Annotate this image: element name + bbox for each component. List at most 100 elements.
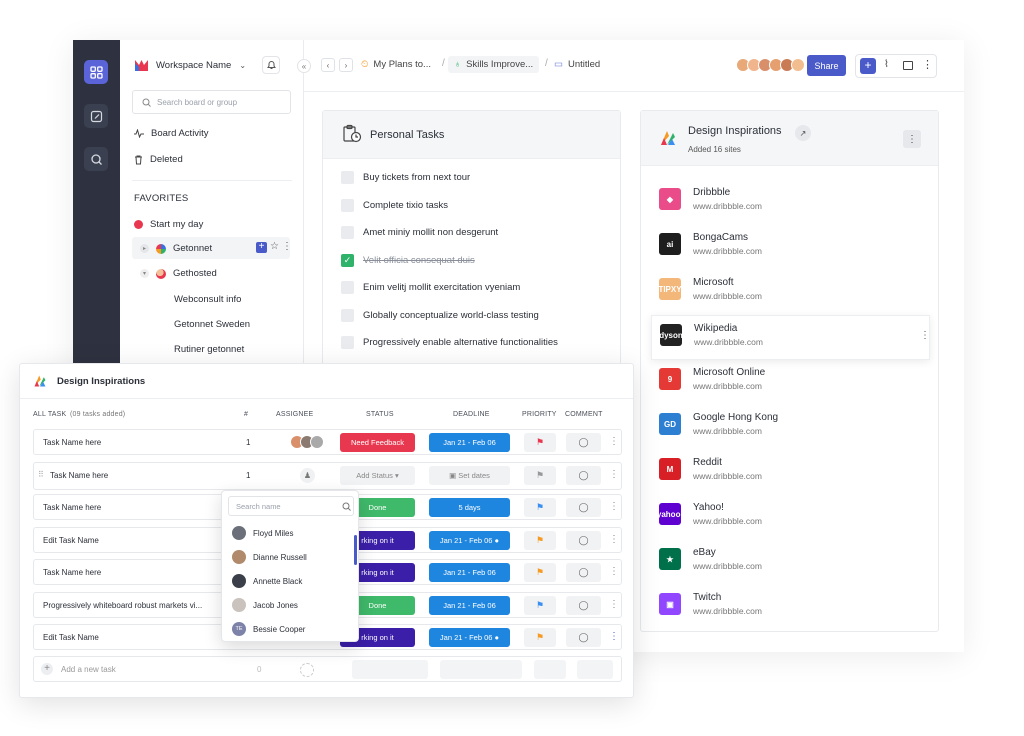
person-option[interactable]: Jacob Jones bbox=[232, 598, 298, 612]
expand-arrow-icon[interactable]: ▸ bbox=[140, 244, 149, 253]
priority-cell[interactable]: ⚑ bbox=[524, 563, 556, 582]
comment-cell[interactable]: ◯ bbox=[566, 595, 601, 615]
comment-cell[interactable]: ◯ bbox=[566, 498, 601, 517]
site-item[interactable]: ai BongaCams www.dribbble.com bbox=[641, 225, 939, 270]
add-icon[interactable]: + bbox=[256, 242, 267, 253]
task-item[interactable]: Enim velitj mollit exercitation vyeniam bbox=[341, 281, 520, 294]
sidebar-item-gethosted[interactable]: ▾ Gethosted bbox=[140, 268, 217, 279]
comment-cell[interactable]: ◯ bbox=[566, 433, 601, 452]
table-row[interactable]: ⠿ Task Name here 1 ♟ Add Status ▾ ▣ Set dates… bbox=[33, 461, 622, 490]
priority-cell[interactable]: ⚑ bbox=[524, 498, 556, 517]
more-icon[interactable]: ⋮ bbox=[609, 566, 619, 577]
person-option[interactable]: Dianne Russell bbox=[232, 550, 307, 564]
more-icon[interactable]: ⋮ bbox=[609, 469, 619, 480]
site-item[interactable]: 9 Microsoft Online www.dribbble.com bbox=[641, 360, 939, 405]
task-item[interactable]: Progressively enable alternative functio… bbox=[341, 336, 558, 349]
assignee-search-input[interactable]: Search name bbox=[228, 496, 354, 516]
sidebar-item-start-my-day[interactable]: Start my day bbox=[134, 219, 203, 230]
assign-user-icon[interactable]: ♟ bbox=[300, 467, 315, 483]
activity-icon[interactable]: ⌇ bbox=[884, 59, 889, 70]
star-icon[interactable]: ☆ bbox=[270, 241, 279, 252]
checkbox[interactable] bbox=[341, 171, 354, 184]
deadline-pill[interactable]: Jan 21 - Feb 06 bbox=[429, 433, 510, 452]
breadcrumb-1[interactable]: ⏲ My Plans to... bbox=[361, 59, 431, 70]
external-link-icon[interactable]: ↗ bbox=[795, 125, 811, 141]
edit-icon[interactable] bbox=[84, 104, 108, 128]
add-icon[interactable]: + bbox=[860, 58, 876, 74]
task-name[interactable]: Edit Task Name bbox=[43, 536, 99, 545]
back-arrow-icon[interactable]: ‹ bbox=[321, 58, 335, 72]
assignee-avatars[interactable] bbox=[290, 435, 324, 449]
task-name[interactable]: Task Name here bbox=[43, 438, 101, 447]
sidebar-subitem-webconsult[interactable]: Webconsult info bbox=[174, 294, 241, 305]
deadline-pill[interactable]: 5 days bbox=[429, 498, 510, 517]
task-name[interactable]: Edit Task Name bbox=[43, 633, 99, 642]
site-item[interactable]: TIPXY Microsoft www.dribbble.com bbox=[641, 270, 939, 315]
task-item[interactable]: ✓ Velit officia consequat duis bbox=[341, 253, 475, 267]
more-icon[interactable]: ⋮ bbox=[609, 534, 619, 545]
sidebar-subitem-rutiner[interactable]: Rutiner getonnet bbox=[174, 344, 244, 355]
priority-cell[interactable]: ⚑ bbox=[524, 595, 556, 615]
priority-cell[interactable]: ⚑ bbox=[524, 628, 556, 647]
collapse-arrow-icon[interactable]: ▾ bbox=[140, 269, 149, 278]
forward-arrow-icon[interactable]: › bbox=[339, 58, 353, 72]
sidebar-item-getonnet-row[interactable]: ▸ Getonnet bbox=[140, 243, 212, 254]
checkbox[interactable]: ✓ bbox=[341, 253, 354, 267]
task-item[interactable]: Globally conceptualize world-class testi… bbox=[341, 308, 539, 322]
more-icon[interactable]: ⋮ bbox=[609, 501, 619, 512]
more-icon[interactable]: ⋮ bbox=[903, 130, 921, 148]
priority-cell[interactable]: ⚑ bbox=[524, 530, 556, 550]
priority-cell[interactable]: ⚑ bbox=[524, 433, 556, 452]
sidebar-subitem-getonnet-sweden[interactable]: Getonnet Sweden bbox=[174, 319, 250, 330]
task-name[interactable]: Task Name here bbox=[43, 503, 101, 512]
more-icon[interactable]: ⋮ bbox=[609, 436, 619, 447]
set-dates-pill[interactable]: ▣ Set dates bbox=[429, 465, 510, 485]
table-row[interactable]: Task Name here 1 Need Feedback Jan 21 - Feb… bbox=[33, 429, 622, 455]
more-icon[interactable]: ⋮ bbox=[922, 58, 933, 71]
site-item[interactable]: ▣ Twitch www.dribbble.com bbox=[641, 585, 939, 630]
person-option[interactable]: Annette Black bbox=[232, 574, 302, 588]
add-task-label[interactable]: Add a new task bbox=[61, 665, 116, 674]
sidebar-item-deleted[interactable]: Deleted bbox=[134, 154, 183, 165]
add-status-pill[interactable]: Add Status ▾ bbox=[340, 465, 415, 485]
more-icon[interactable]: ⋮ bbox=[609, 631, 619, 642]
deadline-pill[interactable]: Jan 21 - Feb 06 ● bbox=[429, 530, 510, 550]
plus-circle-icon[interactable]: + bbox=[41, 663, 53, 675]
deadline-pill[interactable]: Jan 21 - Feb 06 bbox=[429, 563, 510, 582]
priority-cell[interactable]: ⚑ bbox=[524, 465, 556, 485]
workspace-switcher[interactable]: Workspace Name ⌄ bbox=[135, 60, 246, 71]
checkbox[interactable] bbox=[341, 226, 354, 239]
person-option[interactable]: TE Bessie Cooper bbox=[232, 622, 305, 636]
deadline-pill[interactable]: Jan 21 - Feb 06 ● bbox=[429, 628, 510, 647]
site-item[interactable]: GD Google Hong Kong www.dribbble.com bbox=[641, 405, 939, 450]
status-pill[interactable]: Need Feedback bbox=[340, 433, 415, 452]
scrollbar-thumb[interactable] bbox=[354, 535, 357, 565]
breadcrumb-3[interactable]: ▭ Untitled bbox=[554, 59, 600, 70]
checkbox[interactable] bbox=[341, 308, 354, 322]
checkbox[interactable] bbox=[341, 336, 354, 349]
share-button[interactable]: Share bbox=[807, 55, 846, 76]
person-option[interactable]: Floyd Miles bbox=[232, 526, 293, 540]
more-icon[interactable]: ⋮ bbox=[920, 330, 930, 341]
boards-grid-icon[interactable] bbox=[84, 60, 108, 84]
assign-user-icon[interactable] bbox=[300, 663, 314, 677]
site-item[interactable]: ★ eBay www.dribbble.com bbox=[641, 540, 939, 585]
drag-handle-icon[interactable]: ⠿ bbox=[38, 470, 44, 479]
task-item[interactable]: Complete tixio tasks bbox=[341, 198, 448, 212]
comment-cell[interactable]: ◯ bbox=[566, 465, 601, 485]
checkbox[interactable] bbox=[341, 281, 354, 294]
task-name[interactable]: Task Name here bbox=[50, 471, 108, 480]
bell-icon[interactable] bbox=[262, 56, 280, 74]
site-item[interactable]: dyson Wikipedia www.dribbble.com ⋮ bbox=[651, 315, 930, 360]
search-icon[interactable] bbox=[84, 147, 108, 171]
task-item[interactable]: Buy tickets from next tour bbox=[341, 171, 470, 184]
site-item[interactable]: yahoo! Yahoo! www.dribbble.com bbox=[641, 495, 939, 540]
sidebar-search-input[interactable]: Search board or group bbox=[132, 90, 291, 114]
task-item[interactable]: Amet miniy mollit non desgerunt bbox=[341, 226, 498, 239]
breadcrumb-2[interactable]: ♁ Skills Improve... bbox=[448, 56, 540, 73]
add-task-row[interactable]: + Add a new task 0 bbox=[33, 656, 622, 682]
site-item[interactable]: M Reddit www.dribbble.com bbox=[641, 450, 939, 495]
more-icon[interactable]: ⋮ bbox=[609, 599, 619, 610]
comment-cell[interactable]: ◯ bbox=[566, 530, 601, 550]
window-icon[interactable] bbox=[903, 61, 913, 70]
